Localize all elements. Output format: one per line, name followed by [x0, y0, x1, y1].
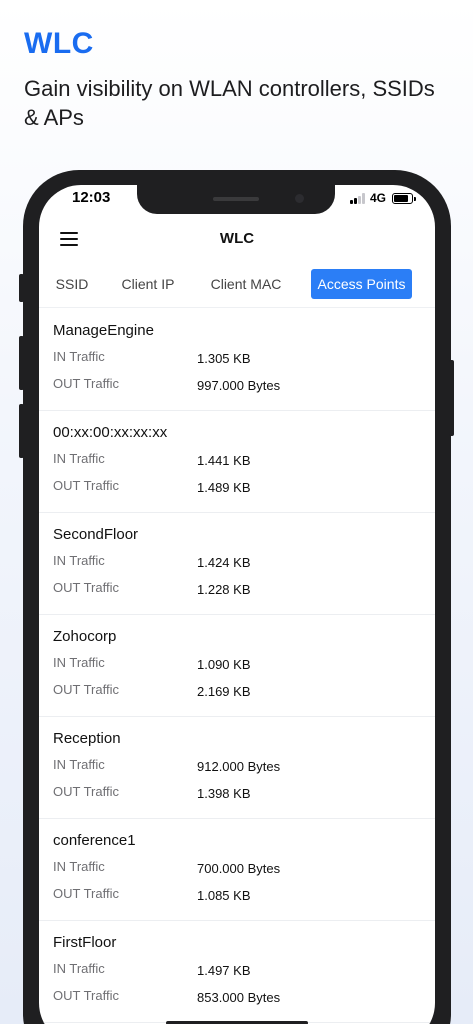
signal-bar: [361, 192, 365, 204]
tab-ssid[interactable]: SSID: [49, 269, 95, 299]
phone-screen: 12:03 4G WLC SSID Client IP Client MAC A…: [39, 185, 435, 1024]
tab-access-points[interactable]: Access Points: [311, 269, 412, 299]
signal-bar: [353, 197, 357, 204]
tab-client-ip[interactable]: Client IP: [115, 269, 181, 299]
ap-name: SecondFloor: [53, 526, 139, 543]
out-traffic-value: 997.000 Bytes: [197, 378, 281, 393]
tab-bar: SSID Client IP Client MAC Access Points: [39, 269, 435, 299]
in-traffic-label: IN Traffic: [53, 859, 105, 874]
in-traffic-label: IN Traffic: [53, 553, 105, 568]
in-traffic-label: IN Traffic: [53, 757, 105, 772]
in-traffic-value: 1.441 KB: [197, 453, 251, 468]
status-time: 12:03: [72, 189, 111, 206]
list-item[interactable]: Zohocorp IN Traffic 1.090 KB OUT Traffic…: [39, 615, 435, 717]
list-item[interactable]: FirstFloor IN Traffic 1.497 KB OUT Traff…: [39, 921, 435, 1023]
out-traffic-value: 1.228 KB: [197, 582, 251, 597]
list-item[interactable]: Reception IN Traffic 912.000 Bytes OUT T…: [39, 717, 435, 819]
ap-name: ManageEngine: [53, 322, 154, 339]
out-traffic-value: 1.489 KB: [197, 480, 251, 495]
out-traffic-label: OUT Traffic: [53, 784, 119, 799]
promo-title: WLC: [24, 27, 94, 60]
out-traffic-label: OUT Traffic: [53, 478, 119, 493]
divider: [39, 307, 435, 308]
speaker-grille: [213, 197, 259, 201]
app-header: WLC: [39, 215, 435, 263]
in-traffic-label: IN Traffic: [53, 451, 105, 466]
in-traffic-value: 912.000 Bytes: [197, 759, 281, 774]
in-traffic-value: 1.090 KB: [197, 657, 251, 672]
tab-client-mac[interactable]: Client MAC: [201, 269, 291, 299]
signal-strength-icon: [349, 192, 365, 204]
in-traffic-value: 1.497 KB: [197, 963, 251, 978]
camera-icon: [295, 194, 304, 203]
out-traffic-value: 853.000 Bytes: [197, 990, 281, 1005]
battery-icon: [392, 192, 416, 204]
ap-name: Zohocorp: [53, 628, 117, 645]
list-item[interactable]: conference1 IN Traffic 700.000 Bytes OUT…: [39, 819, 435, 921]
ap-name: FirstFloor: [53, 934, 117, 951]
ap-name: Reception: [53, 730, 121, 747]
phone-side-button: [19, 274, 24, 302]
status-indicators: 4G: [349, 191, 416, 205]
out-traffic-label: OUT Traffic: [53, 682, 119, 697]
out-traffic-label: OUT Traffic: [53, 886, 119, 901]
phone-notch: [137, 185, 335, 214]
in-traffic-value: 1.305 KB: [197, 351, 251, 366]
phone-side-button: [19, 336, 24, 390]
out-traffic-value: 2.169 KB: [197, 684, 251, 699]
in-traffic-label: IN Traffic: [53, 961, 105, 976]
access-point-list: ManageEngine IN Traffic 1.305 KB OUT Tra…: [39, 309, 435, 1023]
in-traffic-label: IN Traffic: [53, 655, 105, 670]
out-traffic-label: OUT Traffic: [53, 580, 119, 595]
in-traffic-label: IN Traffic: [53, 349, 105, 364]
out-traffic-label: OUT Traffic: [53, 376, 119, 391]
ap-name: 00:xx:00:xx:xx:xx: [53, 424, 168, 441]
in-traffic-value: 1.424 KB: [197, 555, 251, 570]
network-type: 4G: [369, 191, 386, 205]
ap-name: conference1: [53, 832, 136, 849]
in-traffic-value: 700.000 Bytes: [197, 861, 281, 876]
out-traffic-label: OUT Traffic: [53, 988, 119, 1003]
signal-bar: [349, 199, 353, 204]
list-item[interactable]: ManageEngine IN Traffic 1.305 KB OUT Tra…: [39, 309, 435, 411]
list-item[interactable]: 00:xx:00:xx:xx:xx IN Traffic 1.441 KB OU…: [39, 411, 435, 513]
list-item[interactable]: SecondFloor IN Traffic 1.424 KB OUT Traf…: [39, 513, 435, 615]
out-traffic-value: 1.398 KB: [197, 786, 251, 801]
signal-bar: [357, 195, 361, 204]
phone-side-button: [19, 404, 24, 458]
app-title: WLC: [219, 230, 255, 247]
phone-side-button: [449, 360, 454, 436]
promo-subtitle: Gain visibility on WLAN controllers, SSI…: [24, 76, 435, 130]
out-traffic-value: 1.085 KB: [197, 888, 251, 903]
